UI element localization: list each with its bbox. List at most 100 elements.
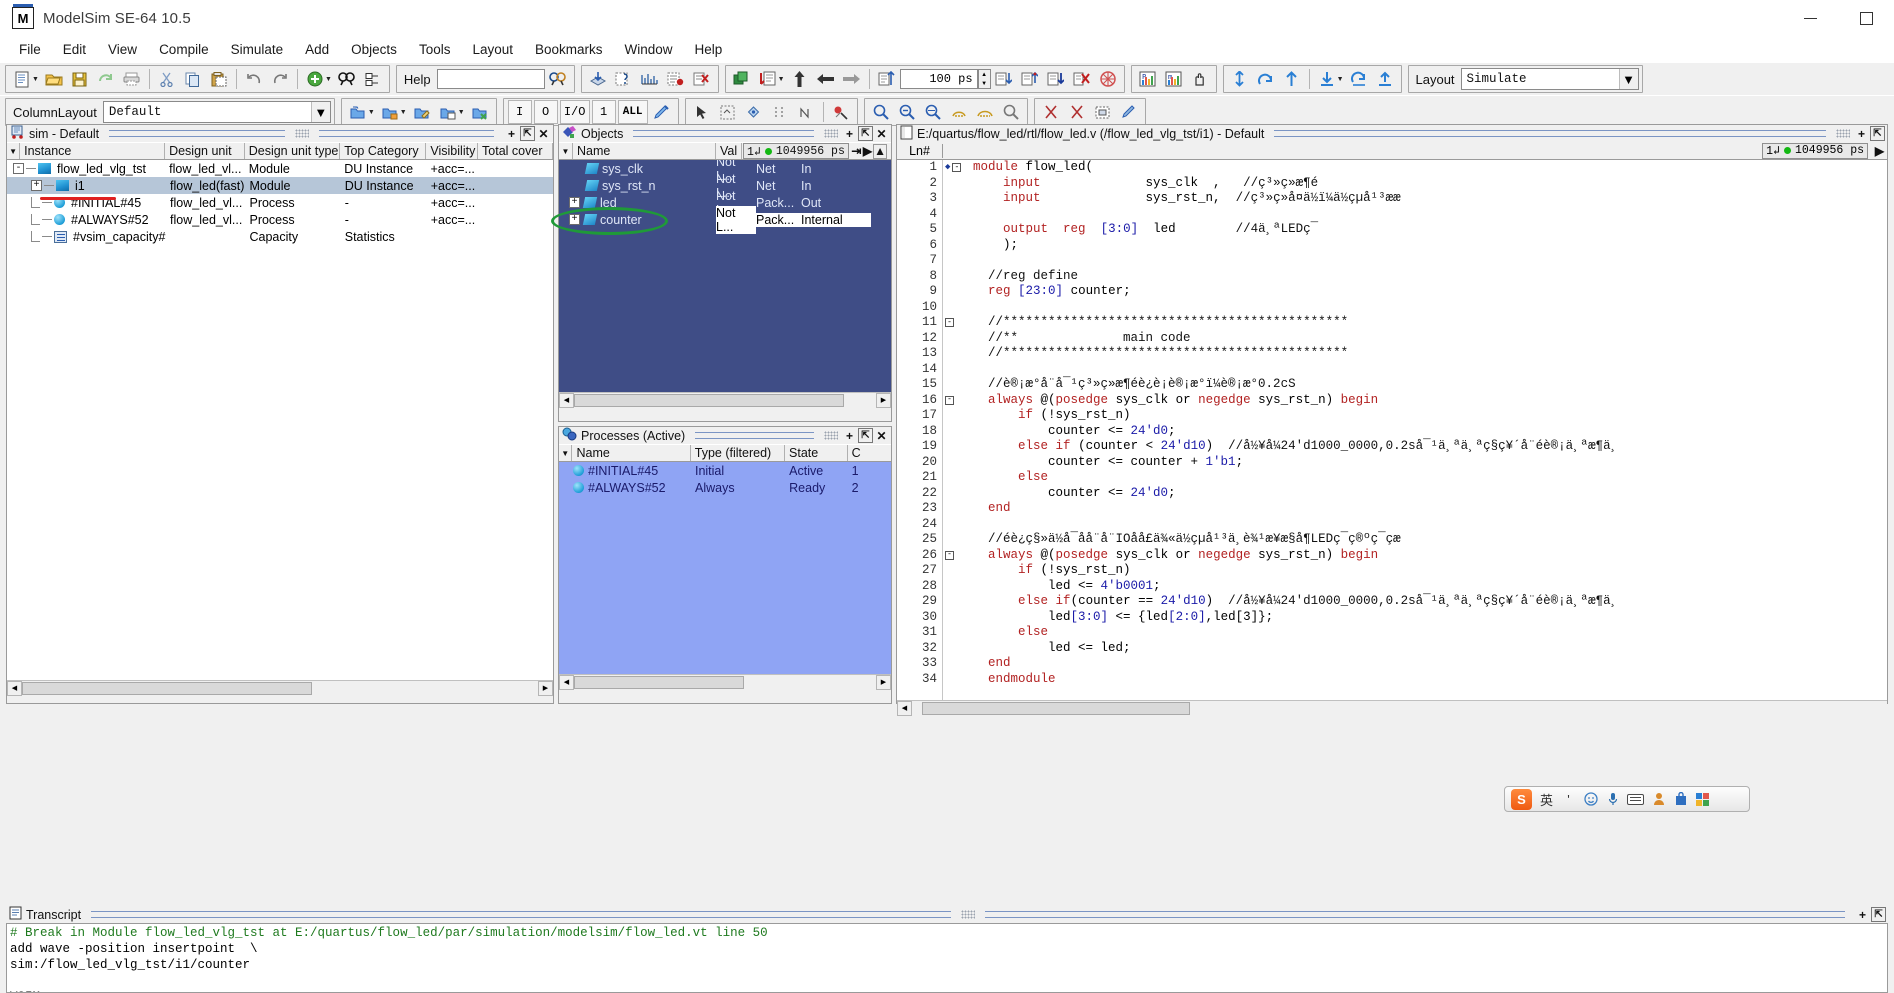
radix-all-button[interactable]: ALL <box>617 100 648 124</box>
compare-prev-icon[interactable] <box>1039 100 1063 124</box>
sim-pane-close-button[interactable]: ✕ <box>536 126 551 141</box>
expand-all-icon[interactable] <box>361 67 385 91</box>
find-next-transition-icon[interactable] <box>1254 67 1278 91</box>
layout-select[interactable]: Simulate ▼ <box>1460 68 1639 90</box>
processes-list[interactable]: #INITIAL#45 Initial Active 1 #ALWAYS#52 Alway… <box>559 462 891 674</box>
source-fold-cell[interactable] <box>943 377 969 393</box>
source-fold-cell[interactable] <box>943 455 969 471</box>
source-hscroll-left-icon[interactable]: ◀ <box>897 700 912 716</box>
transcript-drag-dots[interactable] <box>961 910 976 919</box>
objects-col-value[interactable]: Val <box>716 143 742 159</box>
source-code-view[interactable]: 1 2 3 4 5 6 7 8 9 10 11 12 13 14 15 16 17 18 19 20 21 22 23 24 2… <box>897 160 1887 700</box>
objects-pane-add-button[interactable]: + <box>842 126 857 141</box>
source-fold-cell[interactable] <box>943 579 969 595</box>
wave-cursor-down-icon[interactable] <box>1315 67 1339 91</box>
source-fold-cell[interactable] <box>943 610 969 626</box>
menu-compile[interactable]: Compile <box>148 40 220 59</box>
source-fold-cell[interactable] <box>943 594 969 610</box>
source-pane-add-button[interactable]: + <box>1854 126 1869 141</box>
source-fold-cell[interactable] <box>943 439 969 455</box>
sim-hscroll-right-icon[interactable]: ▶ <box>538 680 553 696</box>
source-fold-cell[interactable]: - <box>943 315 969 331</box>
source-fold-cell[interactable] <box>943 625 969 641</box>
ime-grid-icon[interactable] <box>1695 792 1710 806</box>
source-fold-cell[interactable] <box>943 517 969 533</box>
fold-toggle-icon[interactable]: - <box>952 163 962 173</box>
fold-toggle-icon[interactable]: - <box>945 318 954 328</box>
insert-cursor-icon[interactable] <box>1228 67 1252 91</box>
source-fold-column[interactable]: ◆ - - - - <box>943 160 969 700</box>
collapse-toggle-icon[interactable]: - <box>13 163 24 174</box>
chevron-down-icon[interactable]: ▼ <box>310 102 330 122</box>
sim-col-design-unit-type[interactable]: Design unit type <box>245 143 341 159</box>
source-fold-cell[interactable]: - <box>943 393 969 409</box>
reload-icon[interactable] <box>94 67 118 91</box>
radix-internal-button[interactable]: 1 <box>591 100 616 124</box>
end-simulation-icon[interactable] <box>690 67 714 91</box>
sim-col-instance[interactable]: Instance <box>20 143 166 159</box>
source-fold-cell[interactable] <box>943 486 969 502</box>
sim-hscroll-left-icon[interactable]: ◀ <box>7 680 22 696</box>
run-length-input[interactable]: 100 ps <box>899 69 978 89</box>
table-row[interactable]: #vsim_capacity# Capacity Statistics <box>7 228 553 245</box>
source-fold-cell[interactable] <box>943 191 969 207</box>
source-fold-cell[interactable] <box>943 532 969 548</box>
sim-horizontal-scrollbar[interactable]: ◀ ▶ <box>7 680 553 696</box>
table-row[interactable]: + i1 flow_led(fast) Module DU Instance +acc=.… <box>7 177 553 194</box>
expand-toggle-icon[interactable]: + <box>31 180 42 191</box>
source-fold-cell[interactable] <box>943 563 969 579</box>
source-fold-cell[interactable] <box>943 222 969 238</box>
source-fold-cell[interactable] <box>943 253 969 269</box>
table-row[interactable]: #ALWAYS#52 Always Ready 2 <box>559 479 891 496</box>
save-icon[interactable] <box>68 67 92 91</box>
processes-horizontal-scrollbar[interactable]: ◀ ▶ <box>559 674 891 690</box>
pan-hand-icon[interactable] <box>1188 67 1212 91</box>
compile-icon[interactable] <box>586 67 610 91</box>
print-icon[interactable] <box>120 67 144 91</box>
processes-pane-drag-dots[interactable] <box>824 431 838 440</box>
sim-pane-drag-dots[interactable] <box>294 129 309 138</box>
hierarchy-icon[interactable] <box>730 67 754 91</box>
menu-view[interactable]: View <box>97 40 148 59</box>
objects-hscroll-thumb[interactable] <box>574 393 844 407</box>
objects-horizontal-scrollbar[interactable]: ◀ ▶ <box>559 392 891 408</box>
redo-icon[interactable] <box>268 67 292 91</box>
run-icon[interactable] <box>814 67 838 91</box>
menu-tools[interactable]: Tools <box>408 40 462 59</box>
menu-help[interactable]: Help <box>684 40 734 59</box>
compare-clear-icon[interactable] <box>1117 100 1141 124</box>
ime-language-button[interactable]: 英 <box>1539 790 1554 809</box>
zoom-full-icon[interactable] <box>973 100 997 124</box>
menu-file[interactable]: File <box>8 40 52 59</box>
source-pane-drag-dots[interactable] <box>1836 129 1850 138</box>
step-icon[interactable] <box>992 67 1016 91</box>
cursor-up-icon[interactable] <box>1280 67 1304 91</box>
copy-icon[interactable] <box>181 67 205 91</box>
zoom-in-icon[interactable] <box>869 100 893 124</box>
radix-out-button[interactable]: O <box>533 100 558 124</box>
wave-p-icon[interactable]: P <box>1136 67 1160 91</box>
source-horizontal-scrollbar[interactable]: ◀ <box>897 700 1887 716</box>
delete-group-icon[interactable] <box>468 100 492 124</box>
table-row[interactable]: #INITIAL#45 flow_led_vl... Process - +acc=..… <box>7 194 553 211</box>
expand-toggle-icon[interactable]: + <box>569 197 580 208</box>
wave-search-icon[interactable] <box>1347 67 1371 91</box>
menu-window[interactable]: Window <box>614 40 684 59</box>
sim-col-total-coverage[interactable]: Total cover <box>478 143 554 159</box>
objects-hscroll-right-icon[interactable]: ▶ <box>876 392 891 408</box>
menu-edit[interactable]: Edit <box>52 40 97 59</box>
maximize-button[interactable] <box>1838 0 1894 37</box>
run-length-icon[interactable] <box>875 67 899 91</box>
undo-icon[interactable] <box>242 67 266 91</box>
edit-mode-icon[interactable] <box>742 100 766 124</box>
menu-add[interactable]: Add <box>294 40 340 59</box>
sim-pane-undock-button[interactable]: ⇱ <box>520 126 535 141</box>
sim-col-top-category[interactable]: Top Category <box>340 143 427 159</box>
processes-col-state[interactable]: State <box>785 445 848 461</box>
zoom-fit-icon[interactable] <box>921 100 945 124</box>
zoom-last-icon[interactable] <box>999 100 1023 124</box>
save-group-icon[interactable] <box>436 100 460 124</box>
source-fold-cell[interactable] <box>943 331 969 347</box>
wave-m-icon[interactable]: m <box>1162 67 1186 91</box>
transcript-undock-button[interactable]: ⇱ <box>1871 907 1887 922</box>
